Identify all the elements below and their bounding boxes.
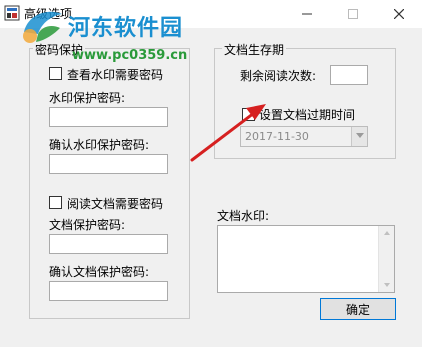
document-watermark-textarea[interactable] [217,225,395,293]
watermark-password-label: 水印保护密码: [49,91,126,105]
close-icon [394,9,404,19]
lifetime-group-legend: 文档生存期 [222,41,287,58]
watermark-password-input[interactable] [49,107,168,127]
maximize-button[interactable] [330,0,376,28]
ok-button-label: 确定 [345,302,370,317]
close-button[interactable] [376,0,422,28]
maximize-icon [348,9,358,19]
document-password-label: 文档保护密码: [49,218,126,232]
site-url: www.pc0359.cn [72,48,188,63]
remaining-reads-input[interactable] [330,65,368,85]
chevron-down-icon [356,133,364,138]
document-password-input[interactable] [49,234,168,254]
read-document-label: 阅读文档需要密码 [67,197,164,211]
document-watermark-label: 文档水印: [217,209,270,223]
expire-date-checkbox[interactable] [242,108,255,121]
expire-date-picker[interactable]: 2017-11-30 [240,126,368,147]
confirm-document-password-input[interactable] [49,281,168,301]
ok-button[interactable]: 确定 [320,298,396,320]
read-document-checkbox[interactable] [49,196,62,209]
confirm-watermark-password-label: 确认水印保护密码: [49,138,150,152]
view-watermark-label: 查看水印需要密码 [67,68,164,82]
date-dropdown-button[interactable] [351,127,367,146]
scrollbar-arrows-icon [384,231,390,287]
minimize-button[interactable] [284,0,330,28]
expire-date-label: 设置文档过期时间 [259,108,356,122]
site-logo [18,6,66,50]
remaining-reads-label: 剩余阅读次数: [240,69,317,83]
confirm-watermark-password-input[interactable] [49,154,168,174]
minimize-icon [302,13,312,15]
site-name: 河东软件园 [68,15,184,41]
expire-date-value: 2017-11-30 [245,130,309,143]
view-watermark-checkbox[interactable] [49,67,62,80]
confirm-document-password-label: 确认文档保护密码: [49,265,150,279]
textarea-scrollbar[interactable] [378,226,394,292]
